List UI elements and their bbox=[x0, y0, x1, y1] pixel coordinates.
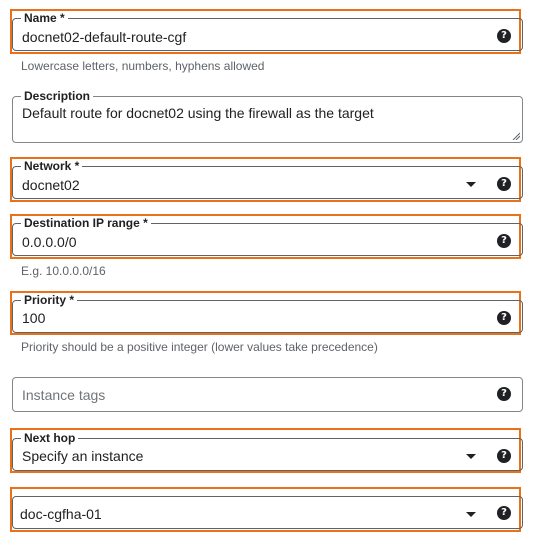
network-select[interactable]: Network * docnet02 ? bbox=[12, 159, 523, 199]
help-icon[interactable]: ? bbox=[497, 177, 511, 191]
destination-label: Destination IP range * bbox=[21, 216, 151, 230]
priority-field[interactable]: Priority * 100 ? bbox=[12, 293, 523, 333]
instance-tags-field[interactable]: Instance tags ? bbox=[12, 377, 523, 412]
priority-input[interactable]: 100 bbox=[22, 309, 45, 327]
next-hop-value: Specify an instance bbox=[22, 448, 144, 464]
priority-helper-text: Priority should be a positive integer (l… bbox=[21, 340, 378, 354]
chevron-down-icon[interactable] bbox=[466, 454, 476, 459]
name-field[interactable]: Name * docnet02-default-route-cgf ? bbox=[12, 11, 523, 51]
priority-label: Priority * bbox=[21, 293, 78, 307]
destination-ip-range-field[interactable]: Destination IP range * 0.0.0.0/0 ? bbox=[12, 216, 523, 256]
next-hop-label: Next hop bbox=[21, 431, 79, 445]
instance-tags-input[interactable]: Instance tags bbox=[22, 386, 105, 404]
help-icon[interactable]: ? bbox=[497, 234, 511, 248]
network-label: Network * bbox=[21, 159, 83, 173]
help-icon[interactable]: ? bbox=[497, 29, 511, 43]
chevron-down-icon[interactable] bbox=[466, 182, 476, 187]
description-field[interactable]: Description Default route for docnet02 u… bbox=[12, 89, 523, 143]
network-value: docnet02 bbox=[22, 177, 80, 193]
destination-input[interactable]: 0.0.0.0/0 bbox=[22, 233, 77, 251]
chevron-down-icon[interactable] bbox=[466, 512, 476, 517]
destination-helper-text: E.g. 10.0.0.0/16 bbox=[21, 264, 106, 278]
help-icon[interactable]: ? bbox=[497, 506, 511, 520]
resize-handle-icon[interactable] bbox=[512, 132, 520, 140]
name-helper-text: Lowercase letters, numbers, hyphens allo… bbox=[21, 59, 265, 73]
help-icon[interactable]: ? bbox=[497, 449, 511, 463]
description-textarea[interactable]: Default route for docnet02 using the fir… bbox=[22, 104, 374, 122]
next-hop-select[interactable]: Next hop Specify an instance ? bbox=[12, 431, 523, 471]
help-icon[interactable]: ? bbox=[497, 387, 511, 401]
help-icon[interactable]: ? bbox=[497, 311, 511, 325]
instance-value: doc-cgfha-01 bbox=[20, 506, 102, 522]
description-label: Description bbox=[21, 89, 94, 103]
instance-select[interactable]: doc-cgfha-01 ? bbox=[12, 496, 523, 529]
name-input[interactable]: docnet02-default-route-cgf bbox=[22, 28, 186, 46]
name-label: Name * bbox=[21, 11, 68, 25]
